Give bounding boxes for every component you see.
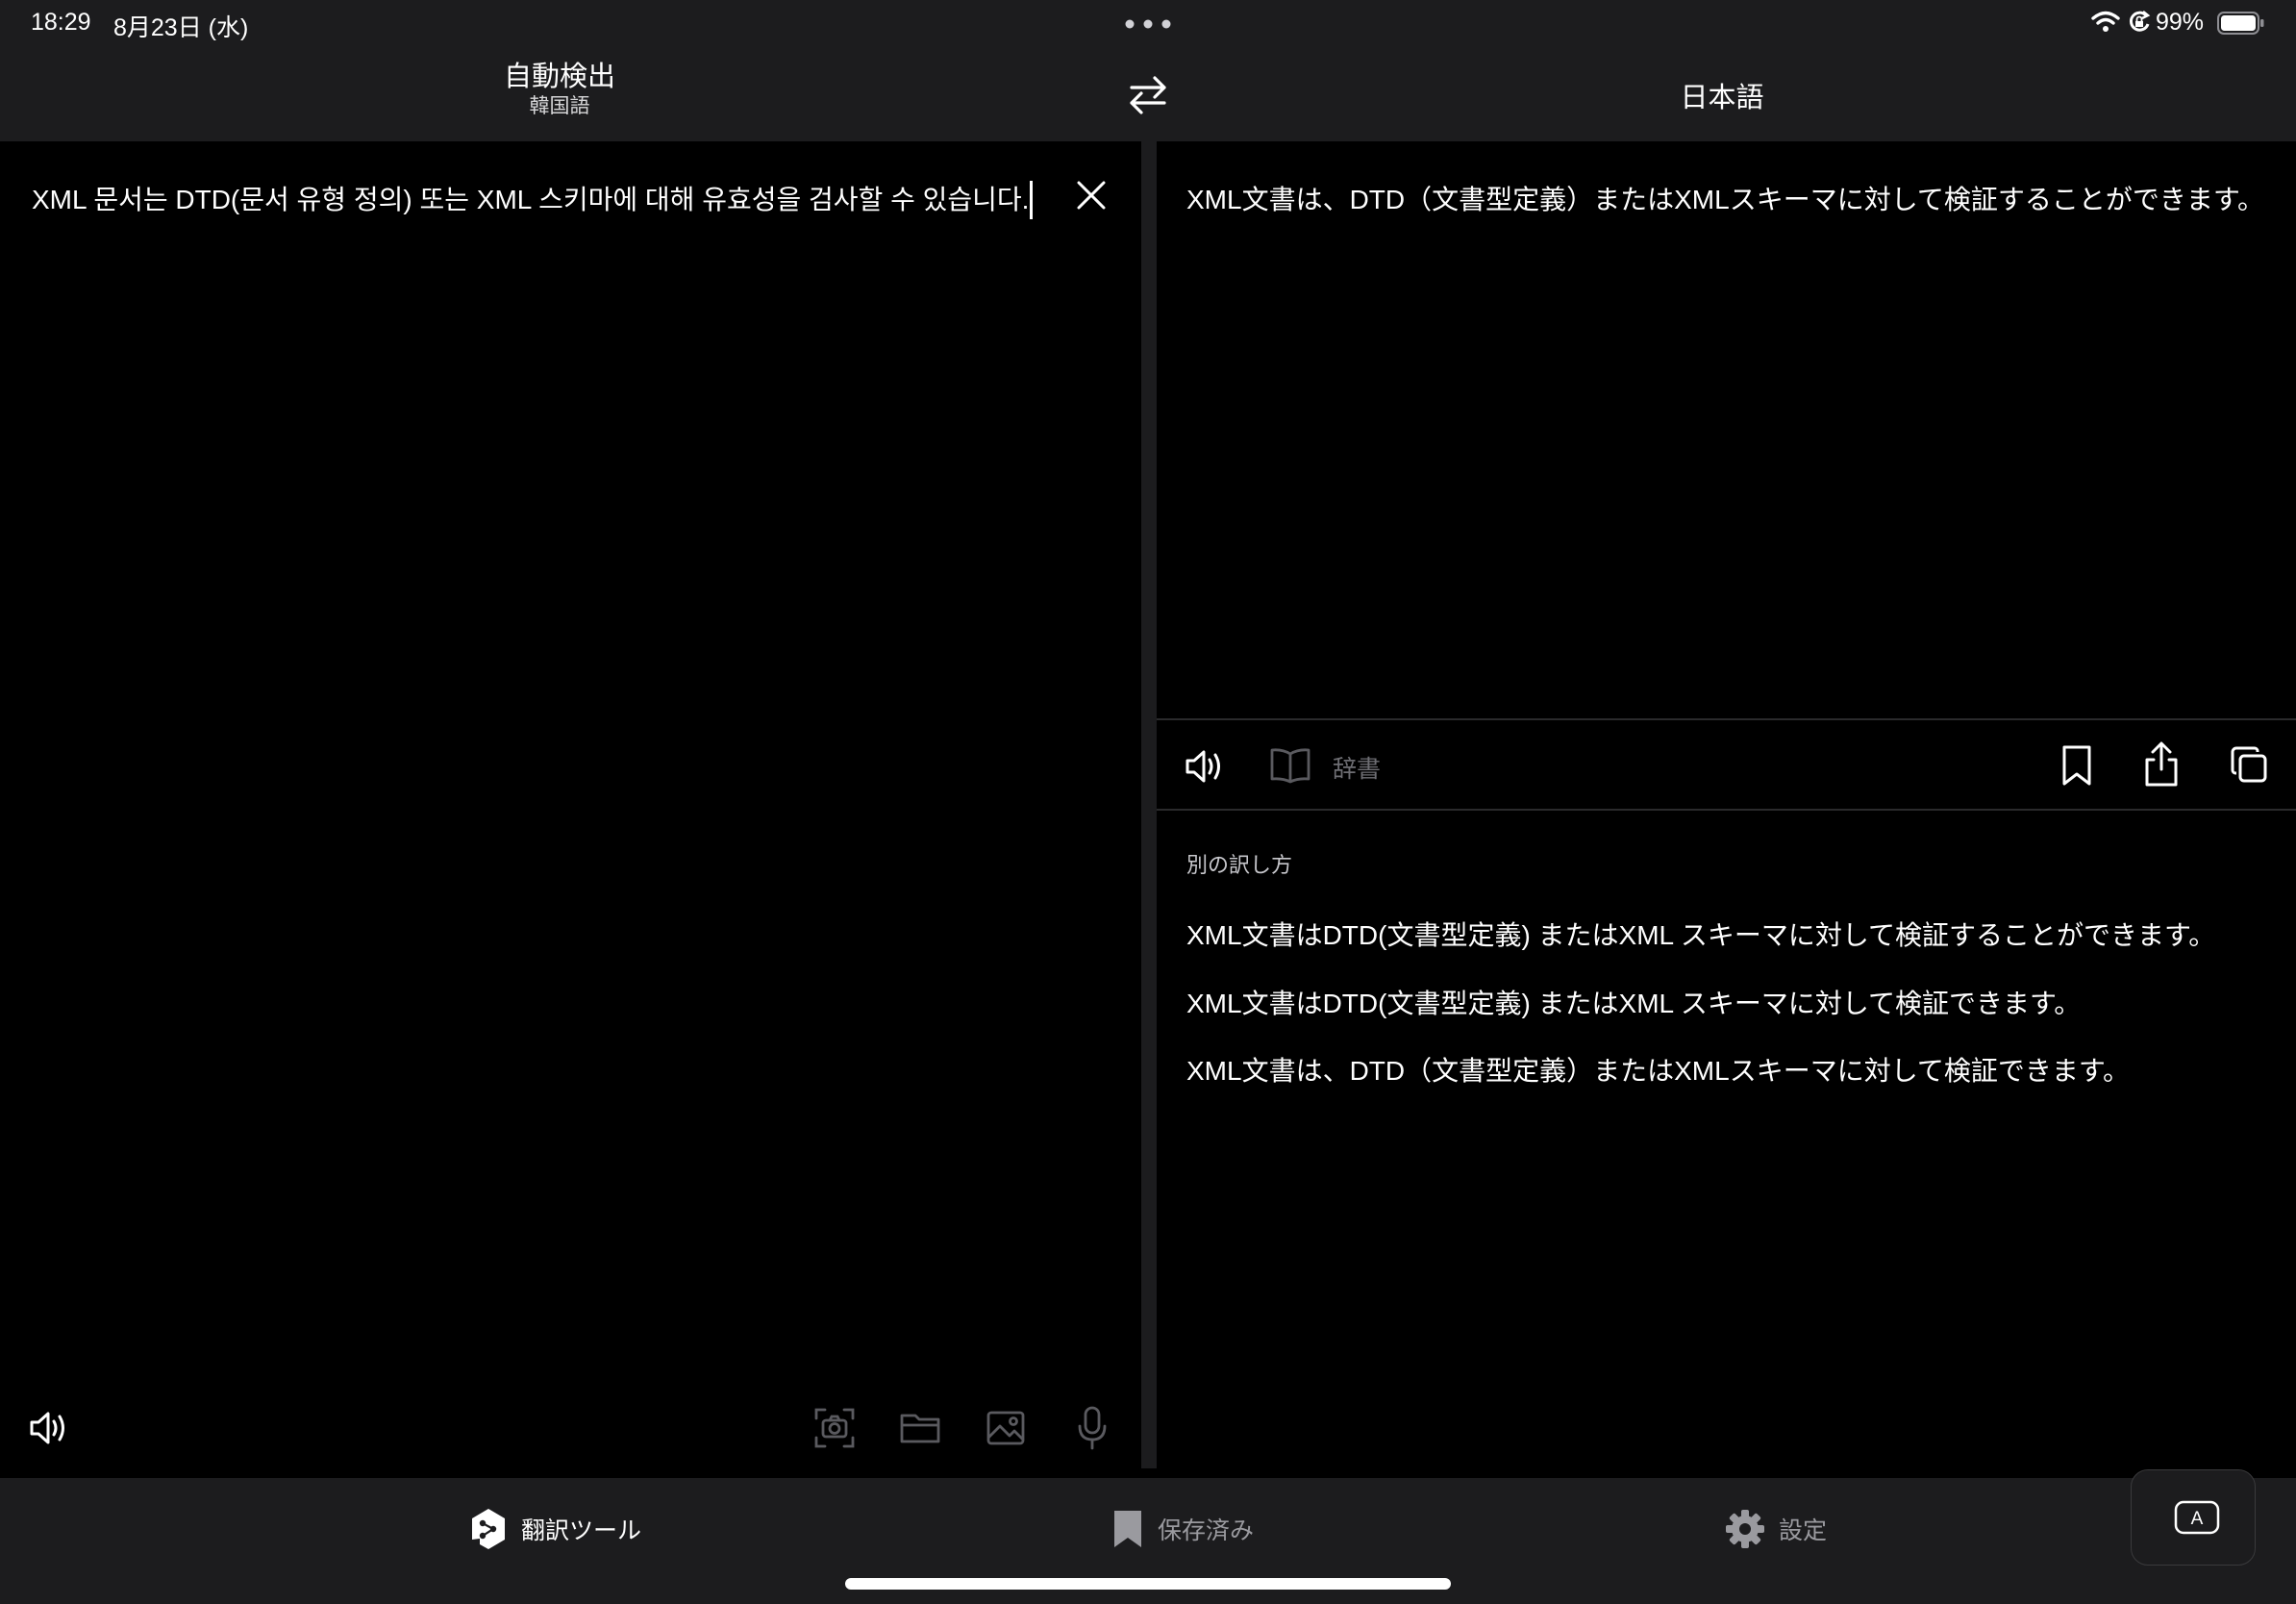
status-date: 8月23日 (水) <box>113 14 249 41</box>
bookmark-button[interactable] <box>2059 744 2094 787</box>
share-button[interactable] <box>2142 740 2181 789</box>
alternative-translation[interactable]: XML文書はDTD(文書型定義) またはXML スキーマに対して検証することがで… <box>1186 915 2215 953</box>
dictionary-label: 辞書 <box>1333 756 1382 783</box>
wifi-icon <box>2091 10 2120 33</box>
tab-settings[interactable]: 設定 <box>1725 1505 1827 1553</box>
microphone-button[interactable] <box>1075 1405 1110 1451</box>
battery-icon <box>2217 12 2265 35</box>
clear-text-button[interactable] <box>1071 175 1111 215</box>
speaker-icon <box>30 1412 64 1444</box>
close-icon <box>1077 181 1106 210</box>
folder-icon <box>900 1414 940 1443</box>
deepl-logo-icon <box>472 1509 505 1549</box>
share-icon <box>2145 741 2178 787</box>
tab-saved[interactable]: 保存済み <box>1111 1505 1254 1553</box>
source-language-label: 自動検出 <box>503 62 615 92</box>
rotation-lock-icon <box>2127 10 2152 35</box>
translation-action-bar <box>1157 718 2296 811</box>
gear-icon <box>1726 1510 1764 1548</box>
home-indicator[interactable] <box>845 1578 1451 1590</box>
bookmark-icon <box>1114 1511 1141 1547</box>
source-speaker-button[interactable] <box>29 1408 71 1448</box>
keyboard-a-label: A <box>2191 1509 2204 1529</box>
copy-button[interactable] <box>2229 744 2269 785</box>
multitasking-dots-icon[interactable] <box>1125 19 1171 29</box>
source-language-selector[interactable]: 自動検出 韓国語 <box>0 60 1119 119</box>
photo-library-button[interactable] <box>985 1407 1027 1449</box>
tab-saved-label: 保存済み <box>1158 1517 1255 1544</box>
target-language-selector[interactable]: 日本語 <box>1148 75 2296 115</box>
camera-scan-icon <box>814 1408 855 1448</box>
speaker-icon <box>1185 750 1220 783</box>
target-speaker-button[interactable] <box>1185 746 1227 787</box>
alternatives-heading: 別の訳し方 <box>1186 853 1293 877</box>
translation-output[interactable]: XML文書は、DTD（文書型定義）またはXMLスキーマに対して検証することができ… <box>1186 181 2273 219</box>
status-time: 18:29 <box>31 9 91 36</box>
panel-divider[interactable] <box>1141 141 1157 1468</box>
copy-icon <box>2231 746 2267 783</box>
alternative-translation[interactable]: XML文書は、DTD（文書型定義）またはXMLスキーマに対して検証できます。 <box>1186 1050 2130 1089</box>
detected-language-label: 韓国語 <box>529 95 590 117</box>
alternative-translation[interactable]: XML文書はDTD(文書型定義) またはXML スキーマに対して検証できます。 <box>1186 983 2081 1021</box>
camera-button[interactable] <box>813 1407 856 1449</box>
open-file-button[interactable] <box>899 1407 943 1449</box>
image-icon <box>986 1411 1025 1445</box>
tab-translator-label: 翻訳ツール <box>521 1517 642 1544</box>
dictionary-book-icon <box>1269 746 1311 785</box>
source-text-content: XML 문서는 DTD(문서 유형 정의) 또는 XML 스키마에 대해 유효성… <box>32 185 1030 214</box>
source-text-input[interactable]: XML 문서는 DTD(문서 유형 정의) 또는 XML 스키마에 대해 유효성… <box>32 181 1051 219</box>
tab-settings-label: 設定 <box>1779 1517 1828 1544</box>
tab-translator[interactable]: 翻訳ツール <box>469 1505 641 1553</box>
source-panel <box>0 141 1141 1478</box>
microphone-icon <box>1078 1406 1107 1450</box>
text-input-mode-button[interactable]: A <box>2131 1469 2256 1566</box>
battery-percentage: 99% <box>2156 9 2205 36</box>
text-cursor <box>1030 181 1034 219</box>
bookmark-icon <box>2062 745 2091 786</box>
